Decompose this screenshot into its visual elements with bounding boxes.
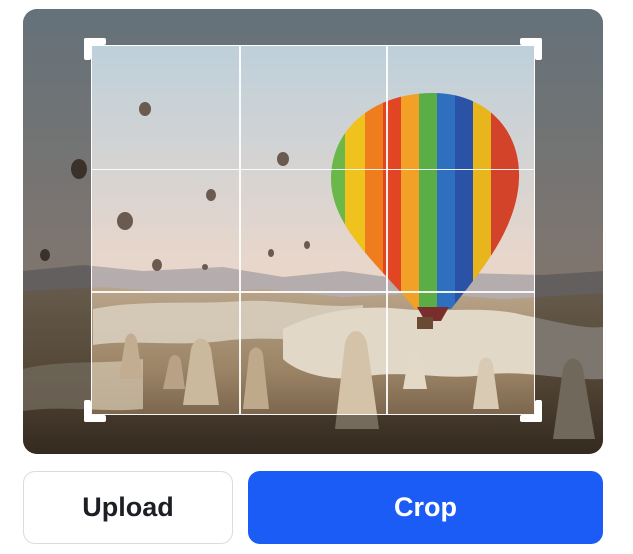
image-crop-editor bbox=[23, 9, 603, 454]
grid-line-vertical bbox=[386, 46, 388, 414]
crop-mask bbox=[23, 9, 603, 45]
grid-line-vertical bbox=[239, 46, 241, 414]
crop-mask bbox=[23, 45, 91, 415]
crop-mask bbox=[23, 415, 603, 454]
crop-handle-top-left[interactable] bbox=[84, 38, 106, 60]
crop-handle-bottom-right[interactable] bbox=[520, 400, 542, 422]
grid-line-horizontal bbox=[92, 291, 534, 293]
grid-line-horizontal bbox=[92, 168, 534, 171]
crop-handle-top-right[interactable] bbox=[520, 38, 542, 60]
crop-selection[interactable] bbox=[84, 38, 542, 422]
crop-handle-bottom-left[interactable] bbox=[84, 400, 106, 422]
crop-button[interactable]: Crop bbox=[248, 471, 603, 544]
upload-button[interactable]: Upload bbox=[23, 471, 233, 544]
crop-mask bbox=[535, 45, 603, 415]
